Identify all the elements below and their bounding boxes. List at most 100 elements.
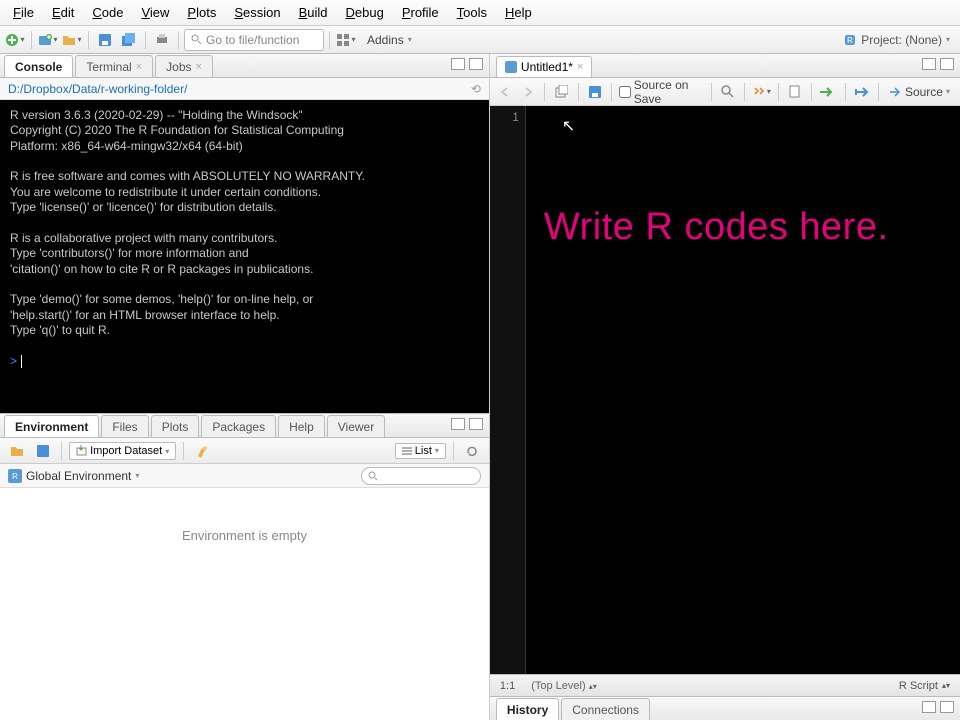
clear-console-icon[interactable]: ⟲ <box>471 82 481 96</box>
menu-help[interactable]: Help <box>496 1 541 24</box>
save-workspace-button[interactable] <box>32 442 54 460</box>
source-on-save-checkbox[interactable]: Source on Save <box>619 78 704 106</box>
menu-edit[interactable]: Edit <box>43 1 83 24</box>
cursor-position: 1:1 <box>500 680 515 692</box>
view-mode-button[interactable]: List ▾ <box>395 443 446 459</box>
line-gutter: 1 <box>490 106 526 674</box>
minimize-pane-icon[interactable] <box>922 701 936 713</box>
menu-build[interactable]: Build <box>290 1 337 24</box>
env-scope-bar: R Global Environment ▾ <box>0 464 489 488</box>
import-icon <box>76 445 87 456</box>
menu-profile[interactable]: Profile <box>393 1 448 24</box>
save-button[interactable] <box>94 29 116 51</box>
search-icon <box>368 471 378 481</box>
show-in-new-window-button[interactable] <box>552 81 571 103</box>
save-doc-button[interactable] <box>585 81 604 103</box>
minimize-pane-icon[interactable] <box>922 58 936 70</box>
menu-code[interactable]: Code <box>83 1 132 24</box>
tab-viewer[interactable]: Viewer <box>327 415 385 437</box>
editor-status-bar: 1:1 (Top Level) ▴▾ R Script ▴▾ <box>490 674 960 696</box>
editor-body[interactable]: 1 ↖ Write R codes here. <box>490 106 960 674</box>
run-button[interactable] <box>819 81 838 103</box>
scope-selector[interactable]: R Global Environment ▾ <box>8 469 139 483</box>
r-icon: R <box>8 469 22 483</box>
menu-view[interactable]: View <box>132 1 178 24</box>
addins-button[interactable]: Addins <box>359 31 420 49</box>
import-dataset-button[interactable]: Import Dataset ▾ <box>69 442 176 460</box>
tab-help[interactable]: Help <box>278 415 325 437</box>
compile-report-button[interactable] <box>786 81 805 103</box>
tab-packages[interactable]: Packages <box>201 415 276 437</box>
open-file-button[interactable] <box>61 29 83 51</box>
close-icon[interactable]: × <box>136 61 142 73</box>
minimize-pane-icon[interactable] <box>451 418 465 430</box>
close-icon[interactable]: × <box>196 61 202 73</box>
r-file-icon <box>505 61 517 73</box>
print-button[interactable] <box>151 29 173 51</box>
back-button[interactable] <box>496 81 515 103</box>
scope-indicator[interactable]: (Top Level) ▴▾ <box>531 680 597 692</box>
separator <box>878 83 879 101</box>
maximize-pane-icon[interactable] <box>940 58 954 70</box>
console-tabs: Console Terminal× Jobs× <box>0 54 489 78</box>
separator <box>544 83 545 101</box>
goto-file-input[interactable]: Go to file/function <box>184 29 324 51</box>
clear-workspace-button[interactable] <box>191 442 213 460</box>
env-search-input[interactable] <box>361 467 481 485</box>
source-button[interactable]: Source ▾ <box>886 83 954 101</box>
env-empty-msg: Environment is empty <box>182 528 307 543</box>
search-icon <box>191 34 202 45</box>
svg-text:R: R <box>12 472 18 481</box>
grid-button[interactable] <box>335 29 357 51</box>
console-prompt: > <box>10 354 17 368</box>
maximize-pane-icon[interactable] <box>940 701 954 713</box>
tab-history[interactable]: History <box>496 698 559 720</box>
minimize-pane-icon[interactable] <box>451 58 465 70</box>
load-workspace-button[interactable] <box>6 442 28 460</box>
annotation-overlay: Write R codes here. <box>544 206 889 249</box>
tab-connections[interactable]: Connections <box>561 698 650 720</box>
tab-files[interactable]: Files <box>101 415 148 437</box>
code-tools-button[interactable] <box>752 81 771 103</box>
tab-console[interactable]: Console <box>4 55 73 77</box>
menu-session[interactable]: Session <box>225 1 289 24</box>
separator <box>329 31 330 49</box>
separator <box>578 83 579 101</box>
env-tabs: Environment Files Plots Packages Help Vi… <box>0 414 489 438</box>
menu-file[interactable]: File <box>4 1 43 24</box>
separator <box>744 83 745 101</box>
source-icon <box>890 86 902 98</box>
save-all-button[interactable] <box>118 29 140 51</box>
separator <box>778 83 779 101</box>
menu-plots[interactable]: Plots <box>178 1 225 24</box>
menu-tools[interactable]: Tools <box>448 1 496 24</box>
editor-toolbar: Source on Save Source ▾ <box>490 78 960 106</box>
menu-debug[interactable]: Debug <box>337 1 393 24</box>
forward-button[interactable] <box>519 81 538 103</box>
tab-terminal[interactable]: Terminal× <box>75 55 153 77</box>
separator <box>31 31 32 49</box>
editor-tab-untitled[interactable]: Untitled1* × <box>496 56 592 77</box>
separator <box>178 31 179 49</box>
tab-plots[interactable]: Plots <box>151 415 200 437</box>
separator <box>711 83 712 101</box>
refresh-env-button[interactable] <box>461 442 483 460</box>
rerun-button[interactable] <box>853 81 872 103</box>
working-dir[interactable]: D:/Dropbox/Data/r-working-folder/ <box>8 82 187 96</box>
maximize-pane-icon[interactable] <box>469 58 483 70</box>
new-project-button[interactable] <box>37 29 59 51</box>
project-menu[interactable]: R Project: (None) ▾ <box>843 33 956 47</box>
find-button[interactable] <box>718 81 737 103</box>
goto-placeholder: Go to file/function <box>206 33 299 47</box>
close-tab-icon[interactable]: × <box>577 61 583 73</box>
separator <box>845 83 846 101</box>
project-icon: R <box>843 33 857 47</box>
file-type-indicator[interactable]: R Script ▴▾ <box>899 680 950 692</box>
tab-jobs[interactable]: Jobs× <box>155 55 213 77</box>
new-file-button[interactable] <box>4 29 26 51</box>
separator <box>88 31 89 49</box>
maximize-pane-icon[interactable] <box>469 418 483 430</box>
code-area[interactable]: ↖ Write R codes here. <box>526 106 960 674</box>
console-output[interactable]: R version 3.6.3 (2020-02-29) -- "Holding… <box>0 100 489 413</box>
tab-environment[interactable]: Environment <box>4 415 99 437</box>
